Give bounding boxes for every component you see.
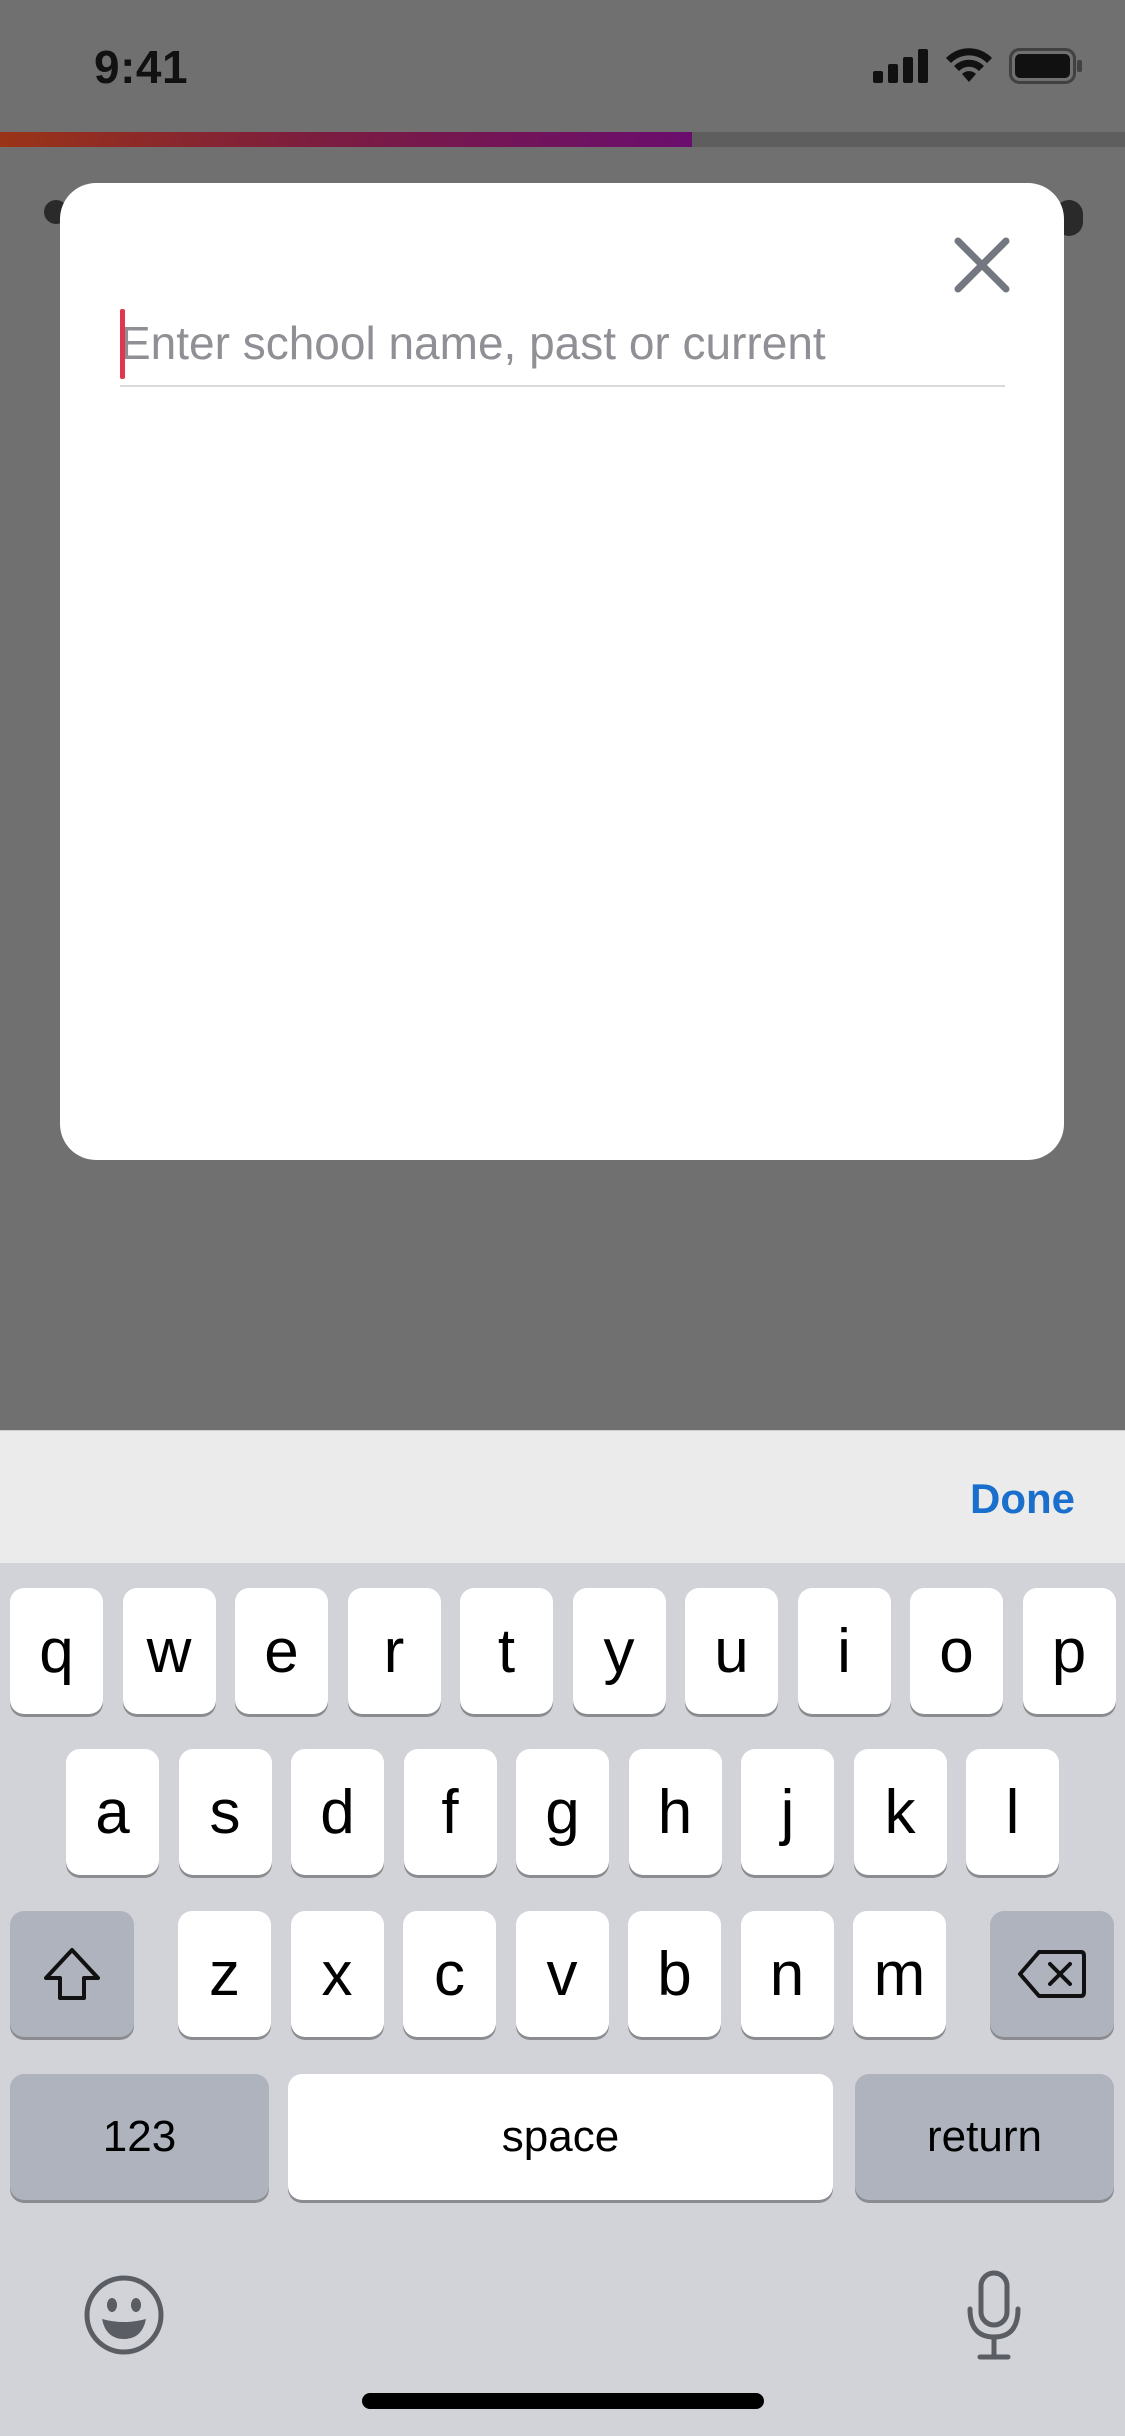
key-t[interactable]: t [460,1588,553,1714]
school-search-input[interactable] [120,303,1005,383]
key-o[interactable]: o [910,1588,1003,1714]
key-a[interactable]: a [66,1749,159,1875]
close-button[interactable] [950,233,1014,297]
key-f[interactable]: f [403,1749,497,1875]
progress-fill [0,132,692,147]
key-c[interactable]: c [403,1911,496,2037]
return-key[interactable]: return [855,2074,1114,2200]
key-l[interactable]: l [966,1749,1059,1875]
microphone-button[interactable] [962,2269,1026,2361]
space-key[interactable]: space [288,2074,833,2200]
shift-key[interactable] [10,1911,134,2037]
key-q[interactable]: q [10,1588,103,1714]
key-j[interactable]: j [741,1749,834,1875]
key-m[interactable]: m [853,1911,946,2037]
key-e[interactable]: e [235,1588,328,1714]
microphone-icon [967,2270,1021,2360]
close-icon [954,237,1010,293]
status-bar: 9:41 [0,0,1125,132]
keyboard: 123 space return qwertyuiop asdfghjkl zxcv… [0,1563,1125,2436]
key-i[interactable]: i [797,1588,891,1714]
key-g[interactable]: g [516,1749,609,1875]
status-time: 9:41 [94,41,189,93]
key-h[interactable]: h [628,1749,722,1875]
key-r[interactable]: r [347,1588,441,1714]
keyboard-accessory-bar: Done [0,1430,1125,1563]
delete-key[interactable] [990,1911,1114,2037]
battery-icon [1009,48,1083,89]
shift-icon [44,1948,100,2000]
text-caret [120,309,125,379]
progress-bar [0,132,1125,147]
key-p[interactable]: p [1022,1588,1116,1714]
key-x[interactable]: x [290,1911,384,2037]
key-w[interactable]: w [122,1588,216,1714]
key-y[interactable]: y [572,1588,666,1714]
key-u[interactable]: u [685,1588,778,1714]
key-k[interactable]: k [853,1749,947,1875]
key-z[interactable]: z [178,1911,271,2037]
key-v[interactable]: v [515,1911,609,2037]
school-input-field [120,303,1005,387]
emoji-icon [84,2275,164,2355]
wifi-icon [945,48,993,89]
key-d[interactable]: d [291,1749,384,1875]
home-indicator [362,2393,764,2409]
emoji-button[interactable] [82,2273,166,2357]
status-icons [873,48,1083,89]
done-button[interactable]: Done [970,1475,1075,1523]
signal-icon [873,49,929,88]
school-search-modal [60,183,1064,1160]
delete-icon [1018,1950,1086,1998]
numbers-key[interactable]: 123 [10,2074,269,2200]
key-s[interactable]: s [178,1749,272,1875]
key-n[interactable]: n [740,1911,834,2037]
key-b[interactable]: b [628,1911,721,2037]
